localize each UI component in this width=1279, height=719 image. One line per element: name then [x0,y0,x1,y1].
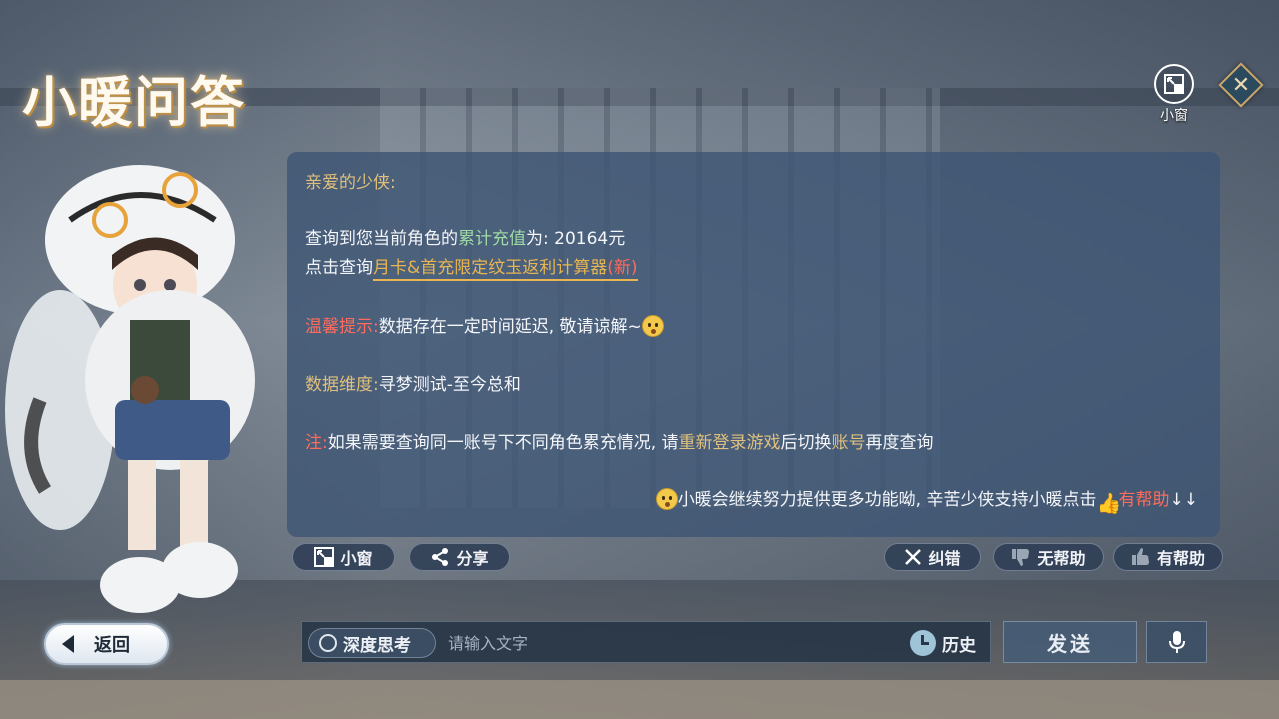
page-title: 小暖问答 [22,70,246,134]
back-button[interactable]: 返回 [44,623,169,665]
clock-icon [910,630,936,656]
note-text-2: 后切换 [780,433,832,453]
microphone-button[interactable] [1146,621,1207,663]
helpful-label: 有帮助 [1156,549,1205,568]
note-label: 注: [305,433,328,453]
input-bar: 深度思考 历史 [301,621,991,663]
note-text-1: 如果需要查询同一账号下不同角色累充情况, 请 [327,433,679,453]
surprised-emoji-icon [655,488,678,510]
not-helpful-button[interactable]: 无帮助 [993,543,1104,571]
close-icon: ✕ [1231,72,1251,98]
back-arrow-icon [62,635,74,653]
closing-arrows: ↓↓ [1169,490,1199,510]
dimension-label: 数据维度: [305,375,379,395]
character-illustration [5,165,255,613]
share-button[interactable]: 分享 [409,543,510,571]
closing-text: 小暖会继续努力提供更多功能呦, 辛苦少侠支持小暖点击 [677,490,1097,510]
radio-icon [319,634,337,652]
calculator-line: 点击查询月卡&首充限定纹玉返利计算器(新) [305,253,638,281]
tip-line: 温馨提示:数据存在一定时间延迟, 敬请谅解~ [305,312,664,337]
share-icon [432,548,449,566]
mini-window-top-button[interactable]: 小窗 [1152,64,1196,125]
greeting-text: 亲爱的少侠: [305,173,396,193]
calculator-prefix: 点击查询 [305,258,373,278]
correct-button[interactable]: 纠错 [884,543,981,571]
history-button[interactable]: 历史 [910,628,976,658]
deep-think-toggle[interactable]: 深度思考 [308,628,436,658]
calculator-new-badge: (新) [607,258,638,278]
dimension-value: 寻梦测试-至今总和 [378,375,521,395]
closing-line: 小暖会继续努力提供更多功能呦, 辛苦少侠支持小暖点击👍有帮助↓↓ [655,485,1199,515]
send-button[interactable]: 发送 [1003,621,1137,663]
note-text-3: 再度查询 [865,433,934,453]
microphone-icon [1168,631,1185,653]
background-floor-edge [0,680,1279,719]
history-label: 历史 [942,635,976,656]
message-panel: 亲爱的少侠: 查询到您当前角色的累计充值为: 20164元 点击查询月卡&首充限… [287,152,1220,537]
deep-think-label: 深度思考 [343,635,411,656]
mini-window-button[interactable]: 小窗 [292,543,395,571]
closing-helpful-link[interactable]: 有帮助 [1119,490,1170,510]
thumbs-up-emoji-icon: 👍 [1096,491,1122,515]
mini-window-label: 小窗 [340,549,373,568]
surprised-emoji-icon [641,315,664,337]
x-icon [905,549,922,565]
back-label: 返回 [94,635,130,656]
note-line: 注:如果需要查询同一账号下不同角色累充情况, 请重新登录游戏后切换账号再度查询 [305,428,934,453]
recharge-suffix: 为: 20164元 [526,229,626,249]
calculator-link-text: 月卡&首充限定纹玉返利计算器 [373,258,608,278]
recharge-line: 查询到您当前角色的累计充值为: 20164元 [305,224,625,249]
message-input[interactable] [448,628,888,658]
note-keyword-account: 账号 [831,433,866,453]
not-helpful-label: 无帮助 [1037,549,1086,568]
mini-window-icon [314,547,335,567]
correct-label: 纠错 [928,549,961,568]
recharge-prefix: 查询到您当前角色的 [305,229,458,249]
mini-window-top-label: 小窗 [1160,108,1188,124]
mini-window-icon [1154,64,1194,104]
greeting: 亲爱的少侠: [305,168,396,193]
close-button[interactable]: ✕ [1218,62,1264,108]
tip-label: 温馨提示: [305,317,379,337]
tip-text: 数据存在一定时间延迟, 敬请谅解~ [378,317,642,337]
recharge-keyword: 累计充值 [458,229,526,249]
thumbs-down-icon [1012,549,1030,566]
note-keyword-relogin: 重新登录游戏 [678,433,781,453]
calculator-link[interactable]: 月卡&首充限定纹玉返利计算器(新) [373,258,638,281]
thumbs-up-icon [1131,548,1149,565]
dimension-line: 数据维度:寻梦测试-至今总和 [305,370,521,395]
helpful-button[interactable]: 有帮助 [1113,543,1223,571]
share-label: 分享 [456,549,489,568]
